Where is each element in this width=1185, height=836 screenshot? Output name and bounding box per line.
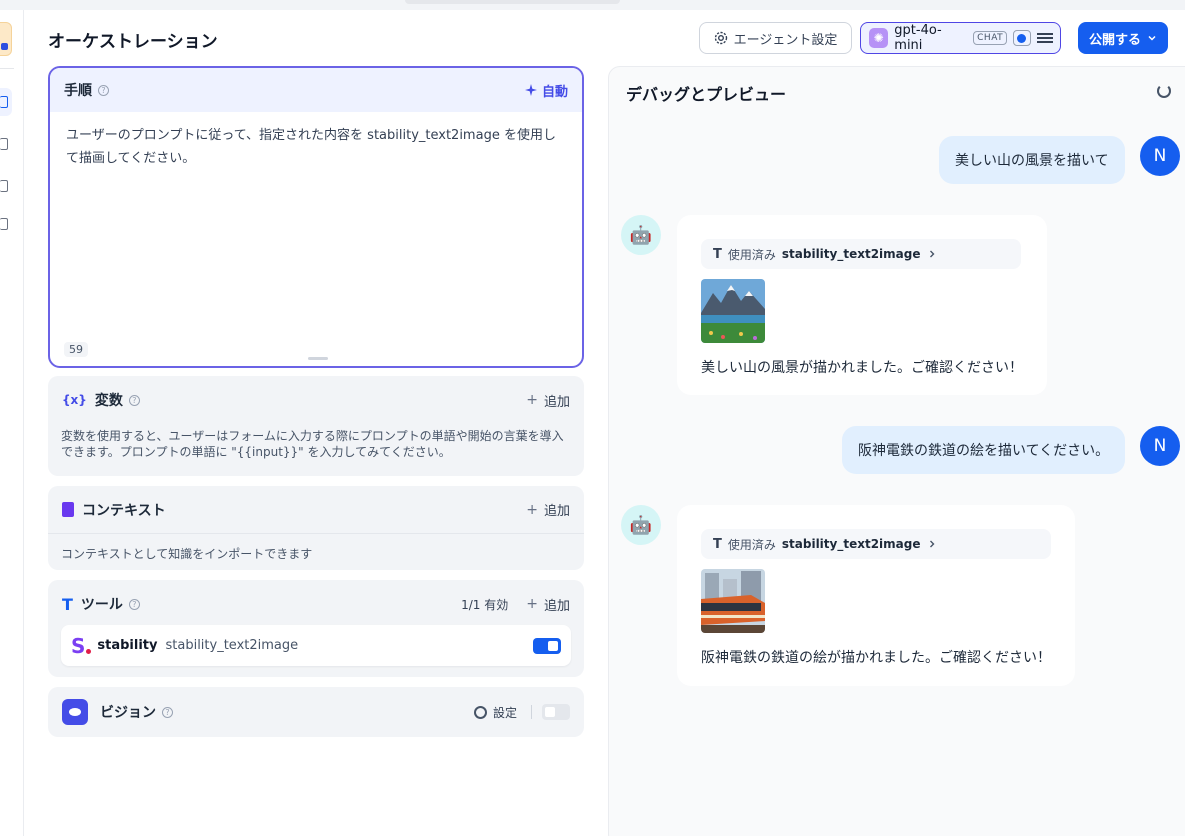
variables-panel: {x} 変数 ? + 追加 変数を使用すると、ユーザーはフォームに入力する際にプロ…	[48, 376, 584, 476]
rail-divider	[0, 68, 14, 69]
help-icon[interactable]: ?	[98, 84, 109, 96]
model-selector[interactable]: ✺ gpt-4o-mini CHAT	[860, 22, 1061, 54]
tool-used-label: 使用済み	[727, 247, 776, 262]
gear-icon	[473, 705, 487, 719]
refresh-icon[interactable]	[1157, 84, 1171, 98]
help-icon[interactable]: ?	[128, 394, 140, 406]
orchestrate-icon	[0, 96, 8, 108]
bot-message-text: 阪神電鉄の鉄道の絵が描かれました。ご確認ください！	[701, 650, 1051, 666]
user-avatar: N	[1140, 136, 1180, 176]
instructions-title: 手順	[64, 83, 92, 99]
rail-nav-monitor[interactable]	[0, 210, 12, 238]
tools-panel: T ツール ? 1/1 有効 + 追加 S stability stability…	[48, 580, 584, 677]
user-avatar: N	[1140, 426, 1180, 466]
add-context-button[interactable]: + 追加	[526, 500, 570, 520]
variable-icon: {x}	[62, 393, 87, 407]
tool-used-name: stability_text2image	[781, 537, 921, 551]
add-variable-button[interactable]: + 追加	[526, 391, 570, 410]
user-message: 美しい山の風景を描いて	[939, 136, 1125, 184]
auto-label: 自動	[541, 84, 568, 100]
context-title: コンテキスト	[82, 502, 166, 519]
tool-used-name: stability_text2image	[781, 247, 921, 261]
app-icon[interactable]	[0, 22, 12, 56]
publish-label: 公開する	[1088, 32, 1141, 48]
settings-label: 設定	[492, 705, 517, 720]
vision-panel: ビジョン ? 設定	[48, 687, 584, 737]
openai-logo-icon: ✺	[869, 28, 889, 48]
agent-settings-label: エージェント設定	[733, 32, 838, 48]
rail-nav-api[interactable]	[0, 130, 12, 158]
add-tool-button[interactable]: + 追加	[526, 595, 570, 614]
tool-used-indicator[interactable]: T 使用済み stability_text2image	[701, 239, 1021, 269]
top-pill	[405, 0, 620, 4]
top-strip	[0, 0, 1185, 10]
chat-mode-badge: CHAT	[973, 31, 1008, 45]
auto-generate-button[interactable]: 自動	[524, 81, 568, 100]
page-title: オーケストレーション	[48, 32, 218, 52]
tool-name: stability_text2image	[165, 638, 299, 653]
tool-enable-toggle[interactable]	[533, 637, 561, 654]
agent-settings-button[interactable]: エージェント設定	[699, 22, 852, 54]
left-rail	[0, 10, 24, 836]
variables-description: 変数を使用すると、ユーザーはフォームに入力する際にプロンプトの単語や開始の言葉を…	[61, 429, 564, 459]
help-icon[interactable]: ?	[128, 598, 140, 610]
sparkle-icon	[524, 84, 537, 96]
tool-icon: T	[713, 246, 722, 262]
rail-nav-orchestrate[interactable]	[0, 88, 12, 116]
debug-title: デバッグとプレビュー	[626, 85, 787, 104]
bot-message-text: 美しい山の風景が描かれました。ご確認ください！	[701, 360, 1023, 376]
generated-image-train[interactable]	[701, 569, 765, 633]
add-label: 追加	[543, 598, 570, 614]
api-icon	[0, 138, 8, 150]
add-label: 追加	[543, 504, 570, 519]
eye-icon	[62, 699, 88, 725]
vision-toggle[interactable]	[542, 704, 570, 720]
help-icon[interactable]: ?	[162, 706, 173, 718]
bot-message: T 使用済み stability_text2image 阪神電鉄の鉄道の絵が描か…	[677, 505, 1075, 686]
tool-used-label: 使用済み	[727, 537, 776, 552]
instructions-textarea[interactable]: ユーザーのプロンプトに従って、指定された内容を stability_text2i…	[50, 112, 582, 182]
tools-enabled-count: 1/1 有効	[461, 597, 509, 612]
stability-logo-icon: S	[71, 633, 92, 658]
generated-image-mountain[interactable]	[701, 279, 765, 343]
gear-icon	[714, 31, 727, 45]
char-counter: 59	[64, 342, 88, 357]
divider	[531, 705, 532, 719]
context-panel: コンテキスト + 追加 コンテキストとして知識をインポートできます	[48, 486, 584, 570]
resize-handle[interactable]	[308, 357, 328, 360]
instructions-header: 手順 ? 自動	[50, 68, 582, 112]
bot-message: T 使用済み stability_text2image 美しい山の風景が描かれま…	[677, 215, 1047, 395]
tool-icon: T	[713, 536, 722, 552]
plus-icon: +	[526, 501, 538, 518]
tool-icon: T	[62, 594, 73, 614]
logs-icon	[0, 180, 8, 192]
instructions-card: 手順 ? 自動 ユーザーのプロンプトに従って、指定された内容を stabilit…	[48, 66, 584, 368]
chevron-down-icon	[1148, 35, 1156, 41]
vision-title: ビジョン	[100, 705, 156, 721]
context-description: コンテキストとして知識をインポートできます	[61, 547, 313, 561]
chevron-right-icon	[929, 540, 934, 548]
document-icon	[62, 502, 74, 517]
tool-item[interactable]: S stability stability_text2image	[61, 625, 571, 666]
user-message: 阪神電鉄の鉄道の絵を描いてください。	[842, 426, 1126, 474]
bot-avatar-icon: 🤖	[621, 215, 661, 255]
tool-provider: stability	[97, 638, 158, 653]
publish-button[interactable]: 公開する	[1078, 22, 1168, 54]
chevron-right-icon	[929, 250, 934, 258]
model-params-icon[interactable]	[1036, 31, 1053, 45]
rail-nav-logs[interactable]	[0, 172, 12, 200]
app-badge-icon	[1, 43, 8, 50]
plus-icon: +	[526, 392, 538, 408]
tools-title: ツール	[80, 597, 123, 613]
add-label: 追加	[543, 394, 570, 410]
debug-preview-panel: デバッグとプレビュー 美しい山の風景を描いて N 🤖 T 使用済み stabil…	[608, 66, 1185, 836]
variables-title: 変数	[94, 393, 123, 409]
plus-icon: +	[526, 596, 538, 612]
monitor-icon	[0, 218, 8, 230]
model-name: gpt-4o-mini	[894, 23, 942, 53]
vision-settings-button[interactable]: 設定	[473, 704, 517, 721]
bot-avatar-icon: 🤖	[621, 505, 661, 545]
tool-used-indicator[interactable]: T 使用済み stability_text2image	[701, 529, 1051, 559]
vision-capability-icon	[1013, 30, 1031, 46]
